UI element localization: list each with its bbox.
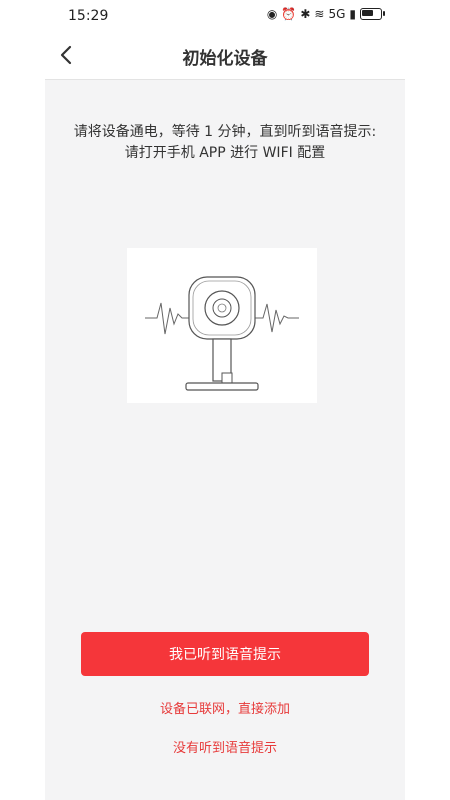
status-time: 15:29 [68, 8, 109, 24]
network-label: 5G [328, 7, 346, 21]
camera-icon [145, 276, 299, 391]
heard-voice-button[interactable]: 我已听到语音提示 [81, 632, 369, 676]
header: 初始化设备 [45, 34, 405, 80]
status-bar: 15:29 ◉ ⏰ ✱ ≋ 5G ▮ [0, 0, 450, 34]
instruction-line-2: 请打开手机 APP 进行 WIFI 配置 [124, 145, 326, 161]
device-connected-link[interactable]: 设备已联网，直接添加 [45, 698, 405, 717]
instruction-text: 请将设备通电，等待 1 分钟，直到听到语音提示: 请打开手机 APP 进行 WI… [65, 122, 385, 164]
eye-icon: ◉ [266, 7, 278, 21]
bluetooth-icon: ✱ [300, 7, 311, 21]
main-content: 请将设备通电，等待 1 分钟，直到听到语音提示: 请打开手机 APP 进行 WI… [45, 80, 405, 800]
wifi-icon: ≋ [314, 7, 325, 21]
signal-icon: ▮ [349, 7, 356, 21]
battery-icon [360, 8, 385, 20]
alarm-icon: ⏰ [281, 7, 297, 21]
no-voice-link[interactable]: 没有听到语音提示 [45, 737, 405, 756]
camera-illustration [127, 248, 317, 403]
instruction-line-1: 请将设备通电，等待 1 分钟，直到听到语音提示: [73, 124, 377, 140]
page-title: 初始化设备 [182, 49, 268, 69]
status-icons: ◉ ⏰ ✱ ≋ 5G ▮ [266, 7, 385, 21]
